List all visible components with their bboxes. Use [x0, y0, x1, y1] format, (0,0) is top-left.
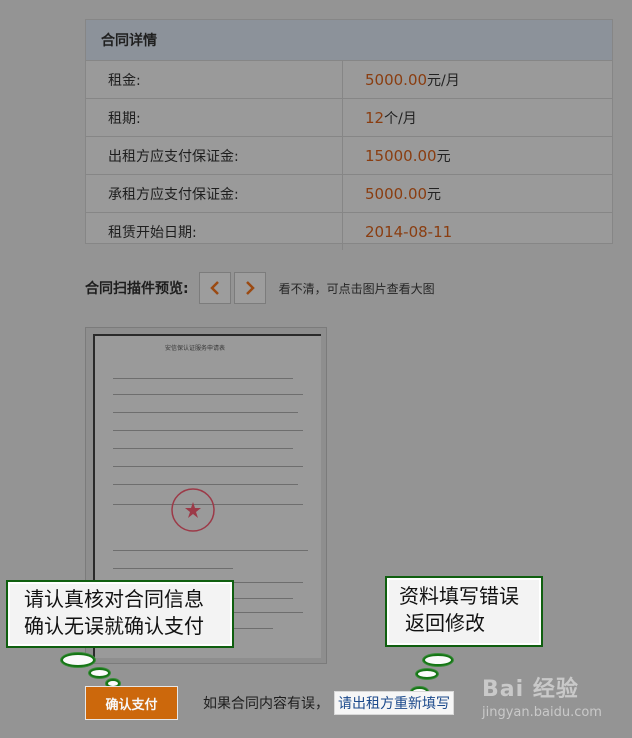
contract-row: 租赁开始日期: 2014-08-11: [86, 213, 612, 250]
preview-title: 合同扫描件预览:: [85, 281, 189, 297]
doc-rule: [113, 550, 308, 551]
document-title: 安信保认证服务申请表: [165, 345, 226, 352]
callout-line: 返回修改: [405, 611, 485, 635]
scan-preview-toolbar: 合同扫描件预览: 看不清，可点击图片查看大图: [85, 272, 435, 304]
row-label: 承租方应支付保证金:: [86, 175, 343, 212]
row-label: 租赁开始日期:: [86, 213, 343, 250]
row-label: 租金:: [86, 61, 343, 98]
callout-tail-bubble: [423, 654, 453, 666]
prev-image-button[interactable]: [198, 272, 231, 304]
red-seal-stamp: [171, 488, 215, 532]
callout-line: 确认无误就确认支付: [24, 614, 204, 638]
value-unit: 元: [436, 148, 451, 165]
error-note: 如果合同内容有误，: [203, 696, 329, 712]
card-title: 合同详情: [86, 20, 612, 61]
row-value: 12 个/月: [343, 99, 417, 136]
value-number: 5000.00: [365, 184, 428, 203]
row-value: 15000.00 元: [343, 137, 451, 174]
doc-rule: [113, 466, 303, 467]
watermark-logo: Bai 经验: [482, 677, 579, 702]
value-unit: 元: [427, 186, 442, 203]
doc-rule: [113, 394, 303, 395]
callout-tail-bubble: [61, 653, 95, 667]
value-number: 2014-08-11: [365, 222, 453, 241]
baidu-jingyan-watermark: Bai 经验 jingyan.baidu.com: [482, 671, 602, 720]
contract-row: 出租方应支付保证金: 15000.00 元: [86, 137, 612, 175]
error-return-callout: 资料填写错误 返回修改: [385, 576, 543, 647]
row-label: 租期:: [86, 99, 343, 136]
callout-tail-bubble: [89, 668, 110, 678]
confirm-info-callout: 请认真核对合同信息 确认无误就确认支付: [6, 580, 234, 648]
doc-rule: [113, 430, 303, 431]
row-value: 2014-08-11: [343, 213, 452, 250]
request-refill-link[interactable]: 请出租方重新填写: [334, 691, 454, 715]
value-unit: 元/月: [427, 72, 460, 89]
preview-hint: 看不清，可点击图片查看大图: [278, 281, 435, 296]
doc-rule: [113, 484, 298, 485]
chevron-right-icon: [245, 281, 255, 295]
value-number: 5000.00: [365, 70, 428, 89]
value-number: 15000.00: [365, 146, 437, 165]
doc-rule: [113, 378, 293, 379]
doc-rule: [113, 568, 233, 569]
callout-tail-bubble: [416, 669, 438, 679]
doc-rule: [113, 412, 298, 413]
row-value: 5000.00 元/月: [343, 61, 460, 98]
chevron-left-icon: [209, 281, 219, 295]
row-label: 出租方应支付保证金:: [86, 137, 343, 174]
value-number: 12: [365, 108, 385, 127]
confirm-payment-button[interactable]: 确认支付: [85, 686, 178, 720]
contract-row: 租金: 5000.00 元/月: [86, 61, 612, 99]
callout-line: 请认真核对合同信息: [24, 587, 204, 611]
next-image-button[interactable]: [233, 272, 266, 304]
row-value: 5000.00 元: [343, 175, 441, 212]
contract-row: 租期: 12 个/月: [86, 99, 612, 137]
contract-row: 承租方应支付保证金: 5000.00 元: [86, 175, 612, 213]
value-unit: 个/月: [384, 110, 417, 127]
callout-line: 资料填写错误: [399, 584, 519, 608]
doc-rule: [113, 448, 293, 449]
watermark-url: jingyan.baidu.com: [482, 705, 602, 720]
contract-details-card: 合同详情 租金: 5000.00 元/月 租期: 12 个/月 出租方应支付保证…: [85, 19, 613, 250]
